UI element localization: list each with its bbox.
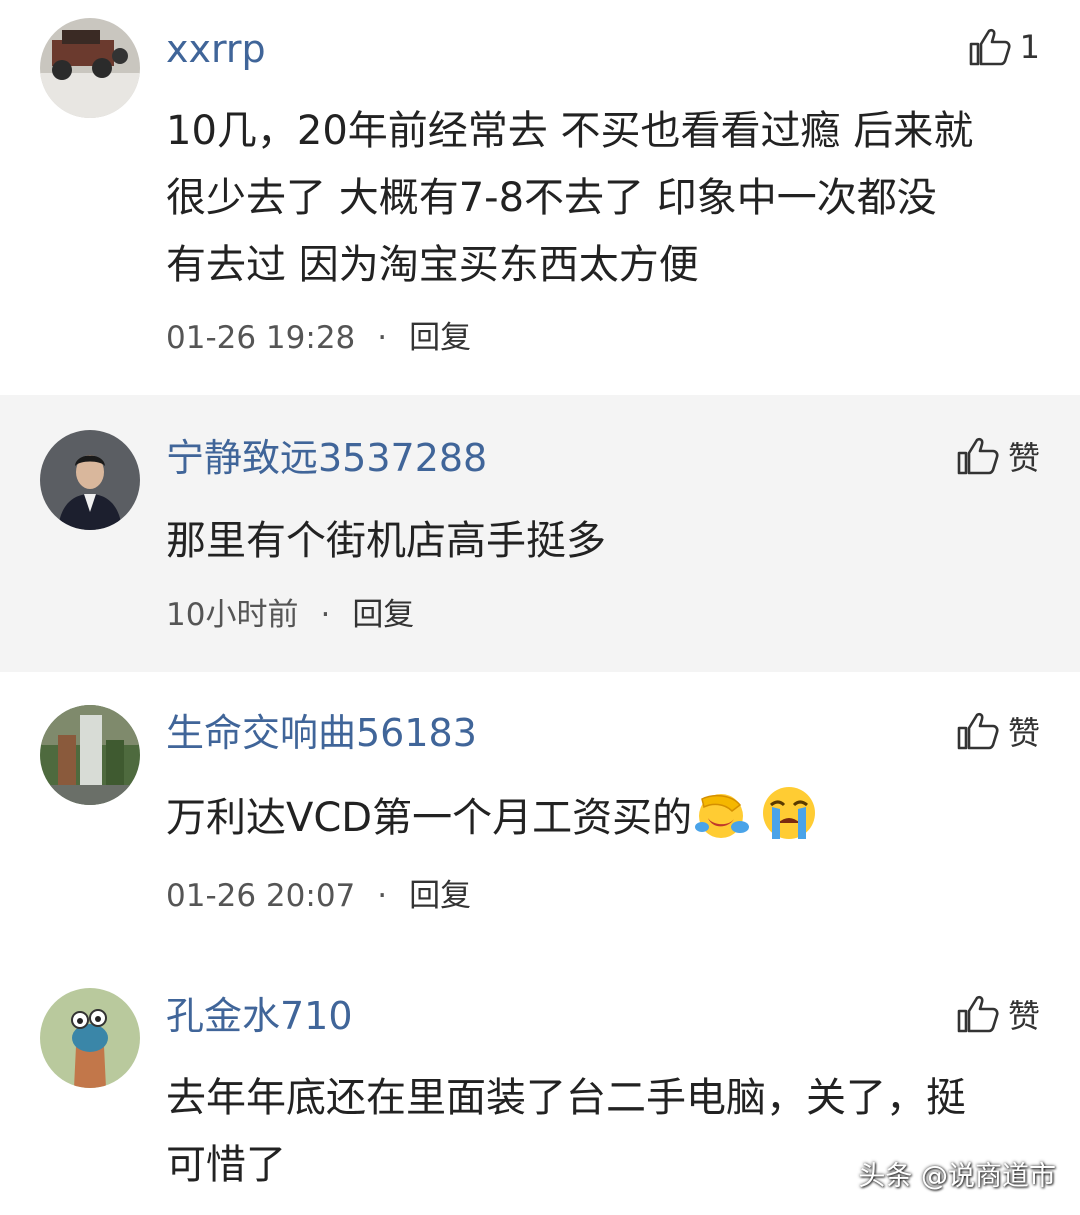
comment-text-line: 很少去了 大概有7-8不去了 印象中一次都没	[166, 175, 937, 221]
user-avatar[interactable]	[40, 705, 140, 805]
like-label: 赞	[1007, 439, 1040, 477]
comment-text: 万利达VCD第一个月工资买的	[166, 785, 1036, 862]
comment-item: 宁静致远3537288 赞 那里有个街机店高手挺多 10小时前 · 回复	[0, 395, 1080, 672]
comment-time: 10小时前	[166, 597, 299, 633]
comment-text: 10几，20年前经常去 不买也看看过瘾 后来就 很少去了 大概有7-8不去了 印…	[166, 98, 1036, 299]
reply-button[interactable]: 回复	[352, 597, 414, 633]
reply-button[interactable]: 回复	[409, 878, 471, 914]
thumbs-up-icon	[957, 995, 999, 1033]
comment-item: xxrrp 1 10几，20年前经常去 不买也看看过瘾 后来就 很少去了 大概有…	[0, 0, 1080, 395]
comment-text-line: 有去过 因为淘宝买东西太方便	[166, 242, 699, 288]
comment-meta: 10小时前 · 回复	[166, 595, 414, 635]
thumbs-up-icon	[957, 712, 999, 750]
like-label: 赞	[1007, 714, 1040, 752]
comment-text-line: 10几，20年前经常去 不买也看看过瘾 后来就	[166, 108, 974, 154]
like-button[interactable]: 赞	[956, 433, 1040, 479]
watermark: 头条 @说商道市	[858, 1161, 1056, 1192]
username[interactable]: 宁静致远3537288	[166, 435, 487, 481]
like-button[interactable]: 赞	[956, 991, 1040, 1037]
like-button[interactable]: 1	[968, 24, 1040, 70]
reply-button[interactable]: 回复	[409, 320, 471, 356]
comment-time: 01-26 19:28	[166, 320, 356, 356]
comment-text: 那里有个街机店高手挺多	[166, 518, 606, 564]
like-button[interactable]: 赞	[956, 708, 1040, 754]
user-avatar[interactable]	[40, 430, 140, 530]
username[interactable]: xxrrp	[166, 26, 266, 72]
username[interactable]: 孔金水710	[166, 993, 353, 1039]
comment-text-body: 万利达VCD第一个月工资买的	[166, 795, 693, 841]
crying-emoji	[758, 785, 820, 862]
separator-dot: ·	[377, 320, 388, 356]
like-count: 1	[1019, 28, 1040, 66]
username[interactable]: 生命交响曲56183	[166, 710, 477, 756]
comment-time: 01-26 20:07	[166, 878, 356, 914]
comment-item: 生命交响曲56183 赞 万利达VCD第一个月工资买的 01-26 20:07 ·…	[0, 672, 1080, 955]
comment-meta: 01-26 19:28 · 回复	[166, 318, 471, 358]
thumbs-up-icon	[969, 28, 1011, 66]
like-label: 赞	[1007, 997, 1040, 1035]
separator-dot: ·	[377, 878, 388, 914]
comment-text-line: 去年年底还在里面装了台二手电脑，关了，挺	[166, 1075, 966, 1121]
comment-meta: 01-26 20:07 · 回复	[166, 876, 471, 916]
thumbs-up-icon	[957, 437, 999, 475]
separator-dot: ·	[320, 597, 331, 633]
user-avatar[interactable]	[40, 18, 140, 118]
facepalm-laughing-emoji	[694, 791, 756, 862]
user-avatar[interactable]	[40, 988, 140, 1088]
